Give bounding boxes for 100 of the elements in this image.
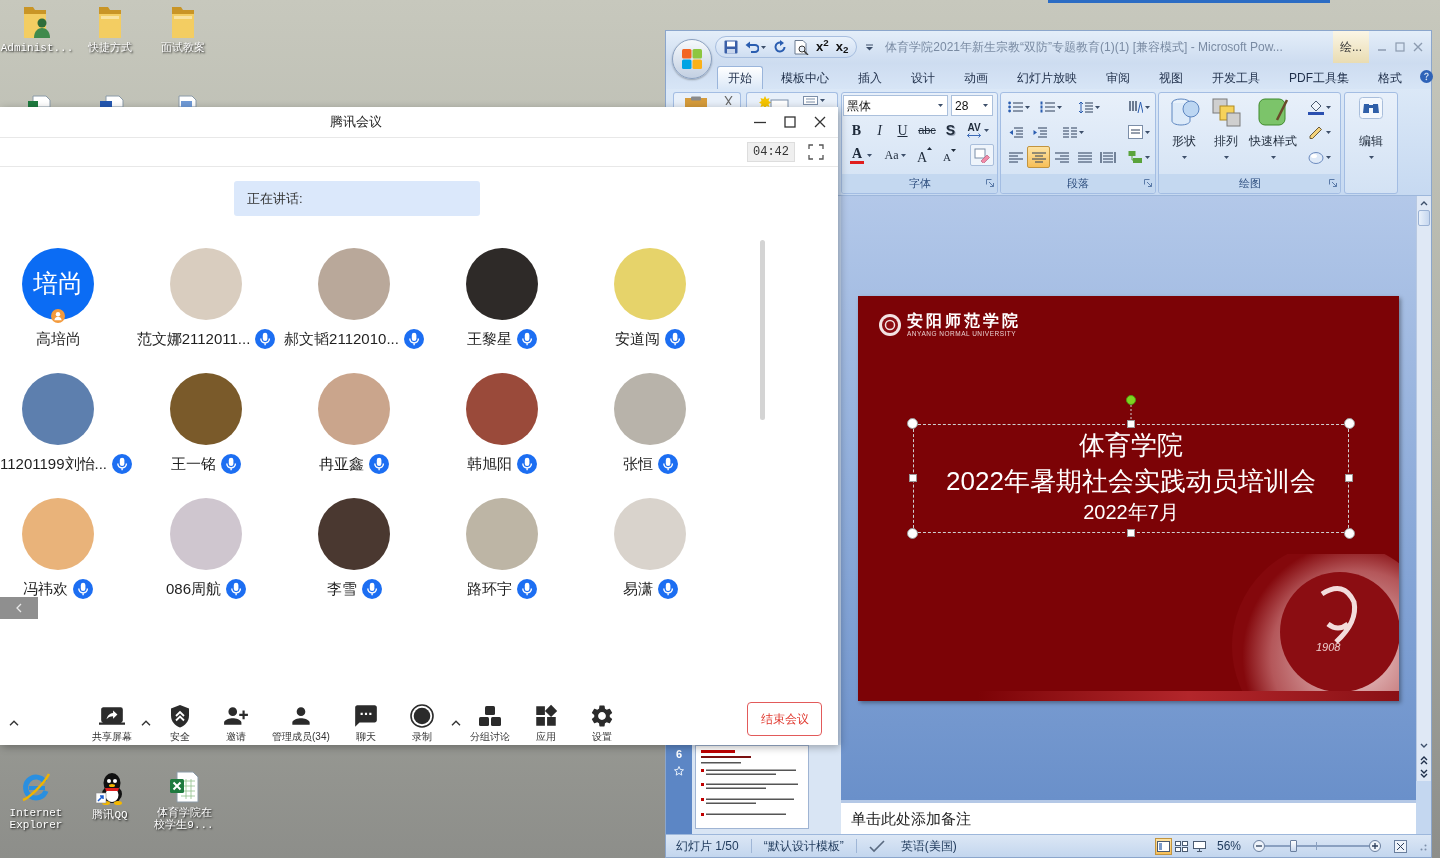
fit-to-window-icon[interactable]: [1394, 839, 1407, 853]
resize-handle[interactable]: [1127, 419, 1135, 428]
ribbon-tab[interactable]: 开始: [717, 66, 763, 89]
shapes-button[interactable]: 形状: [1163, 96, 1205, 168]
zoom-slider-thumb[interactable]: [1290, 840, 1298, 852]
smartart-icon: [1128, 150, 1143, 164]
ribbon-tab[interactable]: 视图: [1148, 66, 1194, 89]
toolbar-button[interactable]: 设置: [573, 701, 630, 744]
ribbon-tab[interactable]: 审阅: [1095, 66, 1141, 89]
ribbon-tab[interactable]: 动画: [953, 66, 999, 89]
customize-toolbar-icon[interactable]: [866, 43, 874, 51]
dialog-launcher-icon[interactable]: [986, 179, 994, 187]
zoom-out-icon[interactable]: [1253, 840, 1265, 852]
caret-down-icon: [1181, 156, 1187, 159]
participant-name: 路环宇: [467, 579, 512, 599]
maximize-icon[interactable]: [782, 114, 798, 130]
spreadsheet-file-icon[interactable]: [169, 771, 199, 803]
align-center-button[interactable]: [1027, 146, 1050, 168]
close-icon[interactable]: [812, 114, 828, 130]
subscript-button[interactable]: x$_{2}$: [835, 40, 849, 54]
font-size-field[interactable]: 28: [951, 95, 993, 116]
resize-handle[interactable]: [1344, 527, 1355, 539]
avatar-initials: 培尚: [22, 248, 94, 320]
change-case-button[interactable]: Aa: [880, 144, 910, 166]
view-button[interactable]: [1154, 837, 1172, 855]
toolbar-button[interactable]: 共享屏幕: [84, 701, 140, 744]
spreadsheet-file-icon[interactable]: [27, 95, 51, 107]
resize-handle[interactable]: [1344, 417, 1355, 429]
ribbon-tab[interactable]: PDF工具集: [1278, 66, 1360, 89]
shrink-font-button[interactable]: A: [939, 144, 960, 166]
bold-button[interactable]: B: [845, 119, 868, 141]
chevron-up-icon[interactable]: [141, 719, 151, 726]
shape-effects-icon: [1307, 149, 1324, 165]
caret-down-icon: [1025, 105, 1030, 109]
grow-font-button[interactable]: A: [914, 144, 935, 166]
caret-down-icon: [1095, 105, 1100, 109]
resize-handle[interactable]: [1345, 473, 1353, 482]
ribbon-tab[interactable]: 开发工具: [1201, 66, 1271, 89]
record-icon: [409, 703, 434, 728]
caret-down-icon: [1223, 156, 1229, 159]
print-preview-icon[interactable]: [794, 39, 809, 55]
editing-button[interactable]: 编辑: [1344, 92, 1398, 194]
toolbar-button[interactable]: 应用: [517, 701, 574, 744]
undo-icon[interactable]: [745, 40, 759, 54]
help-icon[interactable]: [1420, 69, 1433, 83]
italic-button[interactable]: I: [868, 119, 891, 141]
clear-formatting-button[interactable]: [970, 144, 994, 166]
save-icon[interactable]: [724, 40, 738, 54]
participant-name: 11201199刘怡...: [0, 454, 107, 474]
dialog-launcher-icon[interactable]: [1329, 179, 1337, 187]
toolbar-button[interactable]: 聊天: [337, 701, 394, 744]
scrollbar-thumb[interactable]: [1418, 210, 1430, 226]
paint-bucket-icon: [1307, 99, 1324, 115]
toolbar-button[interactable]: 管理成员(34): [264, 701, 338, 744]
notes-field[interactable]: 单击此处添加备注: [841, 800, 1416, 834]
breakout-rooms-icon: [477, 704, 502, 727]
checkmark-icon[interactable]: [868, 839, 885, 853]
end-meeting-button[interactable]: 结束会议: [747, 701, 822, 736]
zoom-slider[interactable]: [1265, 839, 1369, 853]
text-shadow-button[interactable]: S: [940, 119, 961, 141]
resize-handle[interactable]: [907, 417, 918, 429]
toolbar-button[interactable]: 录制: [393, 701, 450, 744]
align-right-icon: [1053, 150, 1070, 164]
redo-icon[interactable]: [773, 40, 787, 54]
dialog-launcher-icon[interactable]: [1144, 179, 1152, 187]
quick-styles-button[interactable]: 快速样式: [1247, 96, 1299, 168]
character-spacing-button[interactable]: AV: [961, 119, 995, 141]
participant-name: 张恒: [622, 454, 653, 474]
superscript-button[interactable]: x$^{2}$: [816, 40, 829, 54]
user-folder-icon[interactable]: [22, 5, 52, 39]
arrange-button[interactable]: 排列: [1205, 96, 1247, 168]
toolbar-button[interactable]: 安全: [152, 701, 208, 744]
language-indicator[interactable]: 英语(美国): [900, 837, 957, 855]
underline-button[interactable]: U: [891, 119, 914, 141]
eraser-icon: [974, 147, 990, 163]
zoom-in-icon[interactable]: [1369, 840, 1381, 852]
strikethrough-button[interactable]: abc: [914, 119, 940, 141]
align-text-icon: [1128, 125, 1143, 139]
resize-handle[interactable]: [1127, 528, 1135, 537]
ribbon-tab[interactable]: 格式: [1367, 66, 1413, 89]
slide-thumbnail-drawing[interactable]: [695, 745, 809, 829]
ribbon-tab[interactable]: 插入: [847, 66, 893, 89]
toolbar-button[interactable]: 分组讨论: [461, 701, 518, 744]
font-color-button[interactable]: A: [846, 144, 876, 166]
chevron-up-icon[interactable]: [450, 719, 461, 726]
resize-handle[interactable]: [909, 473, 917, 482]
slide-counter: 幻灯片 1/50: [676, 838, 739, 855]
ribbon-tab[interactable]: 模板中心: [770, 66, 840, 89]
align-center-icon: [1030, 150, 1047, 164]
font-name-field[interactable]: 黑体: [843, 95, 948, 116]
penguin-icon[interactable]: [95, 771, 125, 805]
document-file-icon[interactable]: [99, 95, 125, 107]
toolbar-button[interactable]: 邀请: [208, 701, 264, 744]
participant-name: 王黎星: [467, 329, 512, 349]
ribbon-tab[interactable]: 设计: [900, 66, 946, 89]
chevron-up-icon[interactable]: [9, 719, 19, 726]
resize-handle[interactable]: [907, 527, 918, 539]
fullscreen-icon[interactable]: [808, 144, 824, 160]
ribbon-tab[interactable]: 幻灯片放映: [1006, 66, 1088, 89]
layout-icon: [803, 96, 825, 105]
